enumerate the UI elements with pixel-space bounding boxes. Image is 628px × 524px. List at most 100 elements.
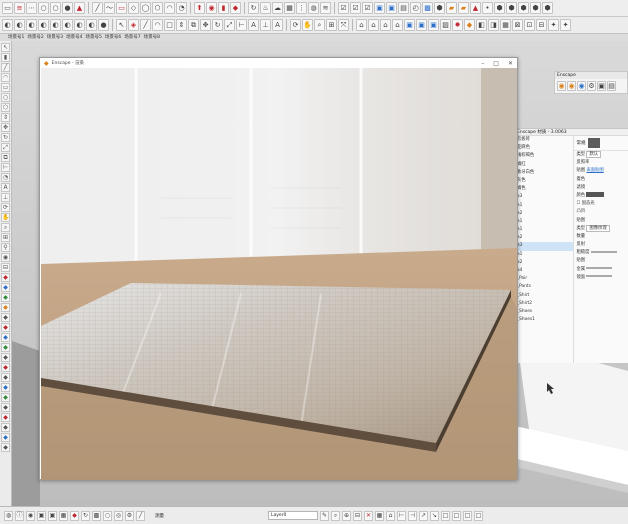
material-list-item[interactable]: 浅棕褐色 xyxy=(515,152,573,160)
cube-icon[interactable]: ⬢ xyxy=(530,2,541,14)
dot-icon[interactable]: • xyxy=(482,2,493,14)
folder-icon[interactable]: ▰ xyxy=(446,2,457,14)
offset-icon[interactable]: ⧉ xyxy=(188,19,199,31)
extension-icon[interactable]: ◆ xyxy=(1,403,10,412)
clock-icon[interactable]: ◴ xyxy=(410,2,421,14)
info-icon[interactable]: ⓘ xyxy=(15,510,24,521)
camera-icon[interactable]: ▩ xyxy=(92,510,101,521)
user-icon[interactable]: ◉ xyxy=(26,510,35,521)
material-list-item[interactable]: 象牙白色 xyxy=(515,169,573,177)
cube-icon[interactable]: ⬢ xyxy=(506,2,517,14)
scene-tab[interactable]: 场景号2 xyxy=(27,34,43,41)
material-list-item[interactable]: a1 xyxy=(515,218,573,226)
wire-icon[interactable]: ⊠ xyxy=(512,19,523,31)
circle-icon[interactable]: ○ xyxy=(38,2,49,14)
house-icon[interactable]: ⌂ xyxy=(386,510,395,521)
material-list-item[interactable]: a4 xyxy=(515,267,573,275)
square-icon[interactable]: □ xyxy=(474,510,483,521)
material-list-item[interactable]: 亚麻色 xyxy=(515,144,573,152)
extension-icon[interactable]: ◆ xyxy=(1,323,10,332)
style-icon[interactable]: ◆ xyxy=(464,19,475,31)
extension-icon[interactable]: ◆ xyxy=(1,313,10,322)
tape-icon[interactable]: ⊣ xyxy=(408,510,417,521)
ruler-icon[interactable]: ▭ xyxy=(2,2,13,14)
paint-icon[interactable]: ◆ xyxy=(1,273,10,282)
eraser-icon[interactable]: ▮ xyxy=(1,53,10,62)
material-list-item[interactable]: _Shoes1 xyxy=(515,316,573,324)
3d-text-icon[interactable]: A xyxy=(272,19,283,31)
scene-tab[interactable]: 场景号5 xyxy=(86,34,102,41)
scene-tab[interactable]: 场景号6 xyxy=(105,34,121,41)
teapot-icon[interactable]: ♨ xyxy=(260,2,271,14)
enscape-sync-icon[interactable]: ◉ xyxy=(567,81,576,91)
extension-icon[interactable]: ◆ xyxy=(1,423,10,432)
scale-icon[interactable]: ⤢ xyxy=(1,143,10,152)
gear-icon[interactable]: ⚙ xyxy=(125,510,134,521)
enscape-start-icon[interactable]: ◉ xyxy=(557,81,566,91)
eye-icon[interactable]: ● xyxy=(98,19,109,31)
material-list-item[interactable]: 云板砖 xyxy=(515,136,573,144)
circle-icon[interactable]: ● xyxy=(62,2,73,14)
axes-icon[interactable]: ⊥ xyxy=(1,193,10,202)
extension-icon[interactable]: ✦ xyxy=(560,19,571,31)
move-icon[interactable]: ✥ xyxy=(200,19,211,31)
extension-icon[interactable]: ◆ xyxy=(1,283,10,292)
scene-tab[interactable]: 场景号8 xyxy=(144,34,160,41)
eye-icon[interactable]: ◐ xyxy=(14,19,25,31)
scene-tab[interactable]: 场景号1 xyxy=(8,34,24,41)
tab-general[interactable]: 常规 xyxy=(576,140,585,146)
eye-icon[interactable]: ◐ xyxy=(50,19,61,31)
orbit-icon[interactable]: ↻ xyxy=(248,2,259,14)
material-list-item[interactable]: 橘色 xyxy=(515,185,573,193)
protractor-icon[interactable]: ◔ xyxy=(1,173,10,182)
house-icon[interactable]: ⌂ xyxy=(368,19,379,31)
cloud-icon[interactable]: ☁ xyxy=(272,2,283,14)
rect-icon[interactable]: ▭ xyxy=(1,83,10,92)
render-viewport[interactable] xyxy=(41,68,517,480)
material-list-item[interactable]: 橘红 xyxy=(515,161,573,169)
maximize-icon[interactable]: □ xyxy=(493,60,499,67)
cube-icon[interactable]: ⬢ xyxy=(494,2,505,14)
wave-icon[interactable]: ≋ xyxy=(320,2,331,14)
enscape-settings-icon[interactable]: ⚙ xyxy=(587,81,596,91)
material-list-item[interactable]: _Shirt2 xyxy=(515,300,573,308)
image-icon[interactable]: ▣ xyxy=(386,2,397,14)
shaded-icon[interactable]: ◧ xyxy=(476,19,487,31)
push-pull-icon[interactable]: ⬆ xyxy=(194,2,205,14)
extension-icon[interactable]: ◆ xyxy=(1,303,10,312)
style-icon[interactable]: ▣ xyxy=(48,510,57,521)
zoom-icon[interactable]: ⌕ xyxy=(314,19,325,31)
extension-icon[interactable]: ◆ xyxy=(1,343,10,352)
select-arrow-icon[interactable]: ↖ xyxy=(116,19,127,31)
extension-icon[interactable]: ✦ xyxy=(548,19,559,31)
eye-icon[interactable]: ◐ xyxy=(2,19,13,31)
stack-icon[interactable]: ▲ xyxy=(470,2,481,14)
material-list-item[interactable]: a1 xyxy=(515,226,573,234)
eye-icon[interactable]: ◐ xyxy=(62,19,73,31)
house-icon[interactable]: ⌂ xyxy=(392,19,403,31)
line-icon[interactable]: ╱ xyxy=(1,63,10,72)
enscape-export-icon[interactable]: ▤ xyxy=(607,81,616,91)
move-icon[interactable]: ✥ xyxy=(1,123,10,132)
sync-icon[interactable]: ↻ xyxy=(81,510,90,521)
material-list-item-selected[interactable]: a3 xyxy=(515,242,574,251)
extension-icon[interactable]: ◆ xyxy=(1,333,10,342)
walk-icon[interactable]: ⚲ xyxy=(1,243,10,252)
section-icon[interactable]: ⊟ xyxy=(536,19,547,31)
texture-map-link[interactable]: 表面贴图 xyxy=(586,168,603,173)
extension-icon[interactable]: ◆ xyxy=(1,383,10,392)
chart-icon[interactable]: ▤ xyxy=(398,2,409,14)
close-icon[interactable]: ✕ xyxy=(508,60,513,67)
section-icon[interactable]: ⊟ xyxy=(1,263,10,272)
checkbox-icon[interactable]: ☑ xyxy=(350,2,361,14)
material-list-item[interactable]: a2 xyxy=(515,210,573,218)
tape-icon[interactable]: ⊢ xyxy=(1,163,10,172)
eraser-icon[interactable]: ▮ xyxy=(218,2,229,14)
circle-tool-icon[interactable]: ◯ xyxy=(140,2,151,14)
circle-icon[interactable]: ○ xyxy=(1,93,10,102)
pushpull-icon[interactable]: ⇕ xyxy=(1,113,10,122)
material-list-item[interactable]: a1 xyxy=(515,202,573,210)
metallic-slider[interactable] xyxy=(586,267,613,270)
material-list-item[interactable]: a2 xyxy=(515,259,573,267)
extension-icon[interactable]: ◆ xyxy=(1,293,10,302)
